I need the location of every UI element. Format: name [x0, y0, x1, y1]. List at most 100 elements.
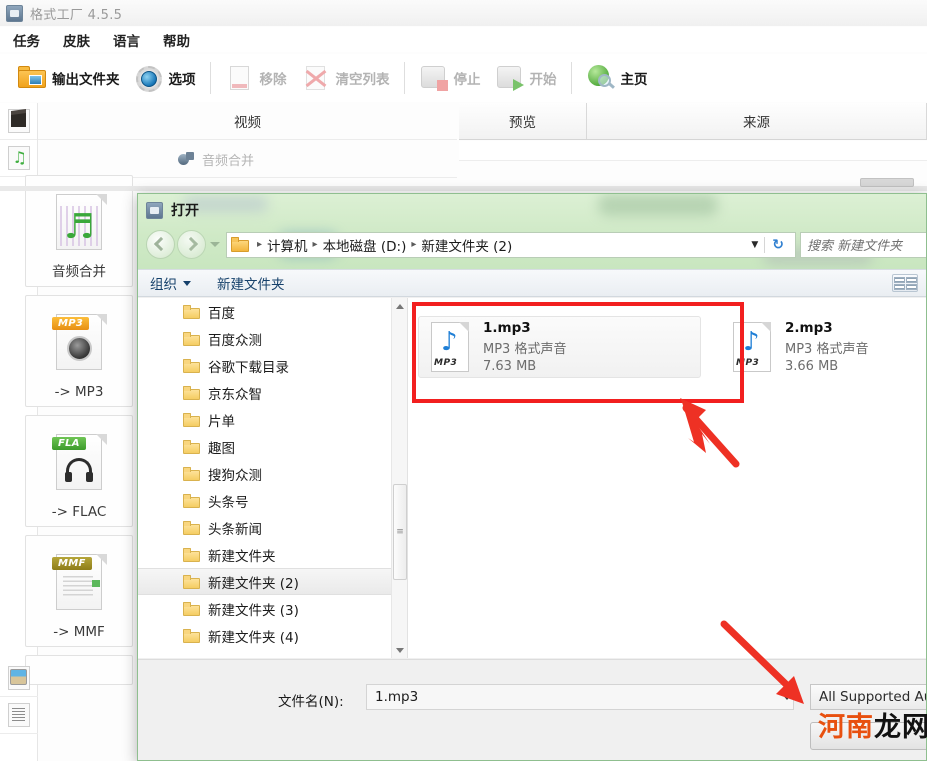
- open-file-dialog: 打开 ▸ 计算机 ▸ 本地磁盘 (D:) ▸ 新建文件夹 (2) ▼ ↻ 搜索 …: [137, 193, 927, 761]
- tree-item[interactable]: 新建文件夹 (4): [138, 622, 407, 649]
- file-item[interactable]: ♪ MP3 2.mp3 MP3 格式声音 3.66 MB: [721, 316, 926, 378]
- stop-button[interactable]: 停止: [412, 57, 488, 99]
- tree-item[interactable]: 谷歌下载目录: [138, 352, 407, 379]
- tree-item[interactable]: 趣图: [138, 433, 407, 460]
- organize-button[interactable]: 组织: [150, 273, 191, 293]
- file-type: MP3 格式声音: [785, 342, 869, 357]
- address-bar[interactable]: ▸ 计算机 ▸ 本地磁盘 (D:) ▸ 新建文件夹 (2) ▼ ↻: [226, 231, 796, 258]
- folder-icon: [183, 331, 200, 346]
- tree-item[interactable]: 百度: [138, 298, 407, 325]
- music-note-icon: ♫: [7, 146, 30, 170]
- file-type: MP3 格式声音: [483, 342, 567, 357]
- menu-item-help[interactable]: 帮助: [163, 30, 190, 50]
- main-horizontal-scrollbar-thumb[interactable]: [860, 178, 914, 187]
- output-folder-button[interactable]: 输出文件夹: [10, 57, 127, 99]
- file-metadata: 1.mp3 MP3 格式声音 7.63 MB: [483, 320, 566, 374]
- breadcrumb-item-drive[interactable]: 本地磁盘 (D:): [323, 235, 407, 255]
- start-button[interactable]: 开始: [488, 57, 564, 99]
- tree-item[interactable]: 搜狗众测: [138, 460, 407, 487]
- tile-partial-next[interactable]: [25, 655, 133, 685]
- tree-item[interactable]: 新建文件夹 (3): [138, 595, 407, 622]
- tree-scrollbar-thumb[interactable]: ≡: [393, 484, 407, 580]
- file-list-pane[interactable]: ♪ MP3 1.mp3 MP3 格式声音 7.63 MB ♪ MP3 2.mp3…: [408, 298, 926, 658]
- folder-icon: [183, 547, 200, 562]
- tree-item-label: 百度众测: [208, 332, 262, 349]
- tree-item-label: 头条新闻: [208, 521, 262, 538]
- menu-item-skin[interactable]: 皮肤: [63, 30, 90, 50]
- menu-item-tasks[interactable]: 任务: [13, 30, 40, 50]
- new-folder-button[interactable]: 新建文件夹: [217, 273, 285, 293]
- view-mode-icon[interactable]: [892, 274, 918, 292]
- folder-tree[interactable]: 百度 百度众测 谷歌下载目录 京东众智 片单 趣图 搜狗众测 头条号 头条新闻 …: [138, 298, 408, 658]
- mp3-icon-tag: MP3: [736, 358, 760, 368]
- tree-item[interactable]: 京东众智: [138, 379, 407, 406]
- remove-button[interactable]: 移除: [218, 57, 294, 99]
- tree-item[interactable]: 头条号: [138, 487, 407, 514]
- audio-merge-tile-icon: ♬: [50, 190, 108, 252]
- main-horizontal-scrollbar-track[interactable]: [0, 186, 927, 191]
- toolbar-separator-2: [403, 62, 405, 94]
- tree-item-label: 百度: [208, 305, 235, 322]
- category-header-audio[interactable]: 音频合并: [38, 141, 457, 178]
- tree-item[interactable]: 片单: [138, 406, 407, 433]
- rail-item-audio[interactable]: ♫: [0, 140, 37, 177]
- folder-icon: [183, 304, 200, 319]
- file-name: 2.mp3: [785, 320, 833, 336]
- folder-icon: [183, 493, 200, 508]
- rail-item-document[interactable]: [0, 697, 38, 734]
- home-button[interactable]: 主页: [579, 57, 655, 99]
- scroll-up-icon[interactable]: [392, 298, 407, 314]
- breadcrumb-item-computer[interactable]: 计算机: [267, 235, 308, 255]
- search-input[interactable]: 搜索 新建文件夹: [800, 231, 926, 258]
- toolbar-separator-3: [570, 62, 572, 94]
- history-dropdown-icon[interactable]: [210, 242, 220, 247]
- rail-item-video[interactable]: [0, 103, 37, 140]
- menu-item-language[interactable]: 语言: [113, 30, 140, 50]
- options-button[interactable]: 选项: [127, 57, 203, 99]
- rail-item-picture[interactable]: [0, 660, 38, 697]
- tree-scrollbar[interactable]: ≡: [391, 298, 407, 658]
- file-name: 1.mp3: [483, 320, 531, 336]
- tile-mmf[interactable]: MMF -> MMF: [25, 535, 133, 647]
- filename-dropdown-icon[interactable]: [782, 694, 792, 700]
- options-label: 选项: [168, 72, 196, 88]
- tree-item[interactable]: 新建文件夹: [138, 541, 407, 568]
- address-dropdown-icon[interactable]: ▼: [745, 240, 764, 250]
- mp3-file-icon: ♪ MP3: [429, 322, 471, 372]
- folder-icon: [183, 358, 200, 373]
- picture-icon: [8, 666, 30, 690]
- window-title: 格式工厂 4.5.5: [30, 7, 123, 23]
- tile-tag-fla: FLA: [52, 437, 86, 450]
- clear-list-button[interactable]: 清空列表: [294, 57, 397, 99]
- tile-audio-merge[interactable]: ♬ 音频合并: [25, 175, 133, 287]
- toolbar: 输出文件夹 选项 移除 清空列表 停止 开始 主页: [0, 54, 927, 102]
- dialog-title-bar: 打开: [146, 200, 199, 220]
- tree-item-selected[interactable]: 新建文件夹 (2): [138, 568, 407, 595]
- tree-item[interactable]: 百度众测: [138, 325, 407, 352]
- column-header-preview[interactable]: 预览: [459, 103, 587, 139]
- file-item-selected[interactable]: ♪ MP3 1.mp3 MP3 格式声音 7.63 MB: [418, 316, 701, 378]
- file-type-filter-value: All Supported Au: [819, 689, 927, 705]
- tile-mp3[interactable]: MP3 -> MP3: [25, 295, 133, 407]
- tile-flac[interactable]: FLA -> FLAC: [25, 415, 133, 527]
- filename-input[interactable]: 1.mp3: [366, 684, 794, 710]
- breadcrumb-item-folder[interactable]: 新建文件夹 (2): [421, 235, 512, 255]
- tree-item-label: 谷歌下载目录: [208, 359, 289, 376]
- start-icon: [495, 63, 525, 93]
- tile-label-mp3: -> MP3: [54, 384, 104, 400]
- mp3-icon-tag: MP3: [434, 358, 458, 368]
- output-folder-icon: [17, 63, 47, 93]
- home-label: 主页: [620, 72, 648, 88]
- tree-item[interactable]: 头条新闻: [138, 514, 407, 541]
- scroll-down-icon[interactable]: [392, 642, 407, 658]
- audio-merge-icon: [178, 151, 195, 167]
- category-header-video[interactable]: 视频: [38, 103, 457, 140]
- tile-label-mmf: -> MMF: [53, 624, 105, 640]
- tree-item-label: 趣图: [208, 440, 235, 457]
- refresh-icon[interactable]: ↻: [764, 236, 791, 253]
- film-clapper-icon: [7, 109, 30, 133]
- column-header-source[interactable]: 来源: [587, 103, 927, 139]
- back-arrow-icon[interactable]: [146, 230, 175, 259]
- tile-label-flac: -> FLAC: [51, 504, 107, 520]
- forward-arrow-icon[interactable]: [177, 230, 206, 259]
